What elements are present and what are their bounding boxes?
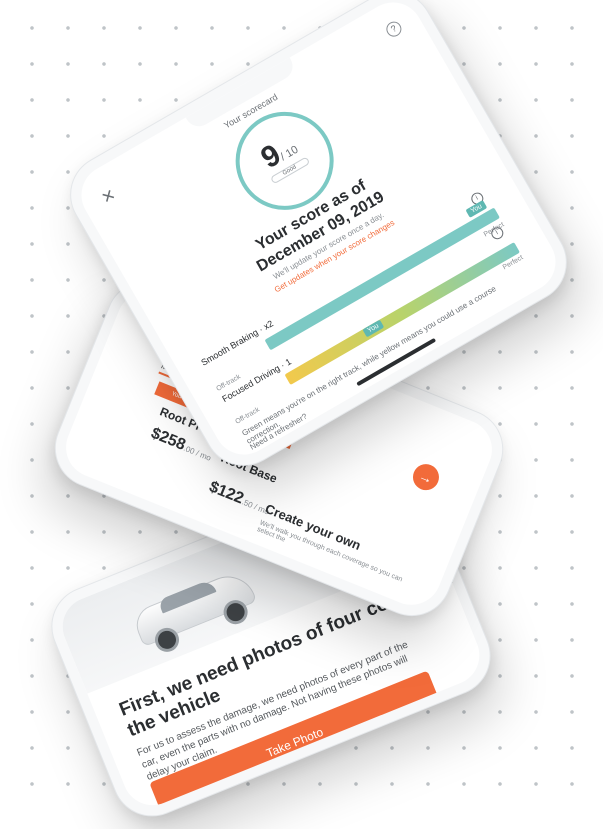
arrow-right-icon[interactable]: → — [409, 460, 443, 495]
plan-premier-cents: .00 / mo — [182, 443, 213, 463]
